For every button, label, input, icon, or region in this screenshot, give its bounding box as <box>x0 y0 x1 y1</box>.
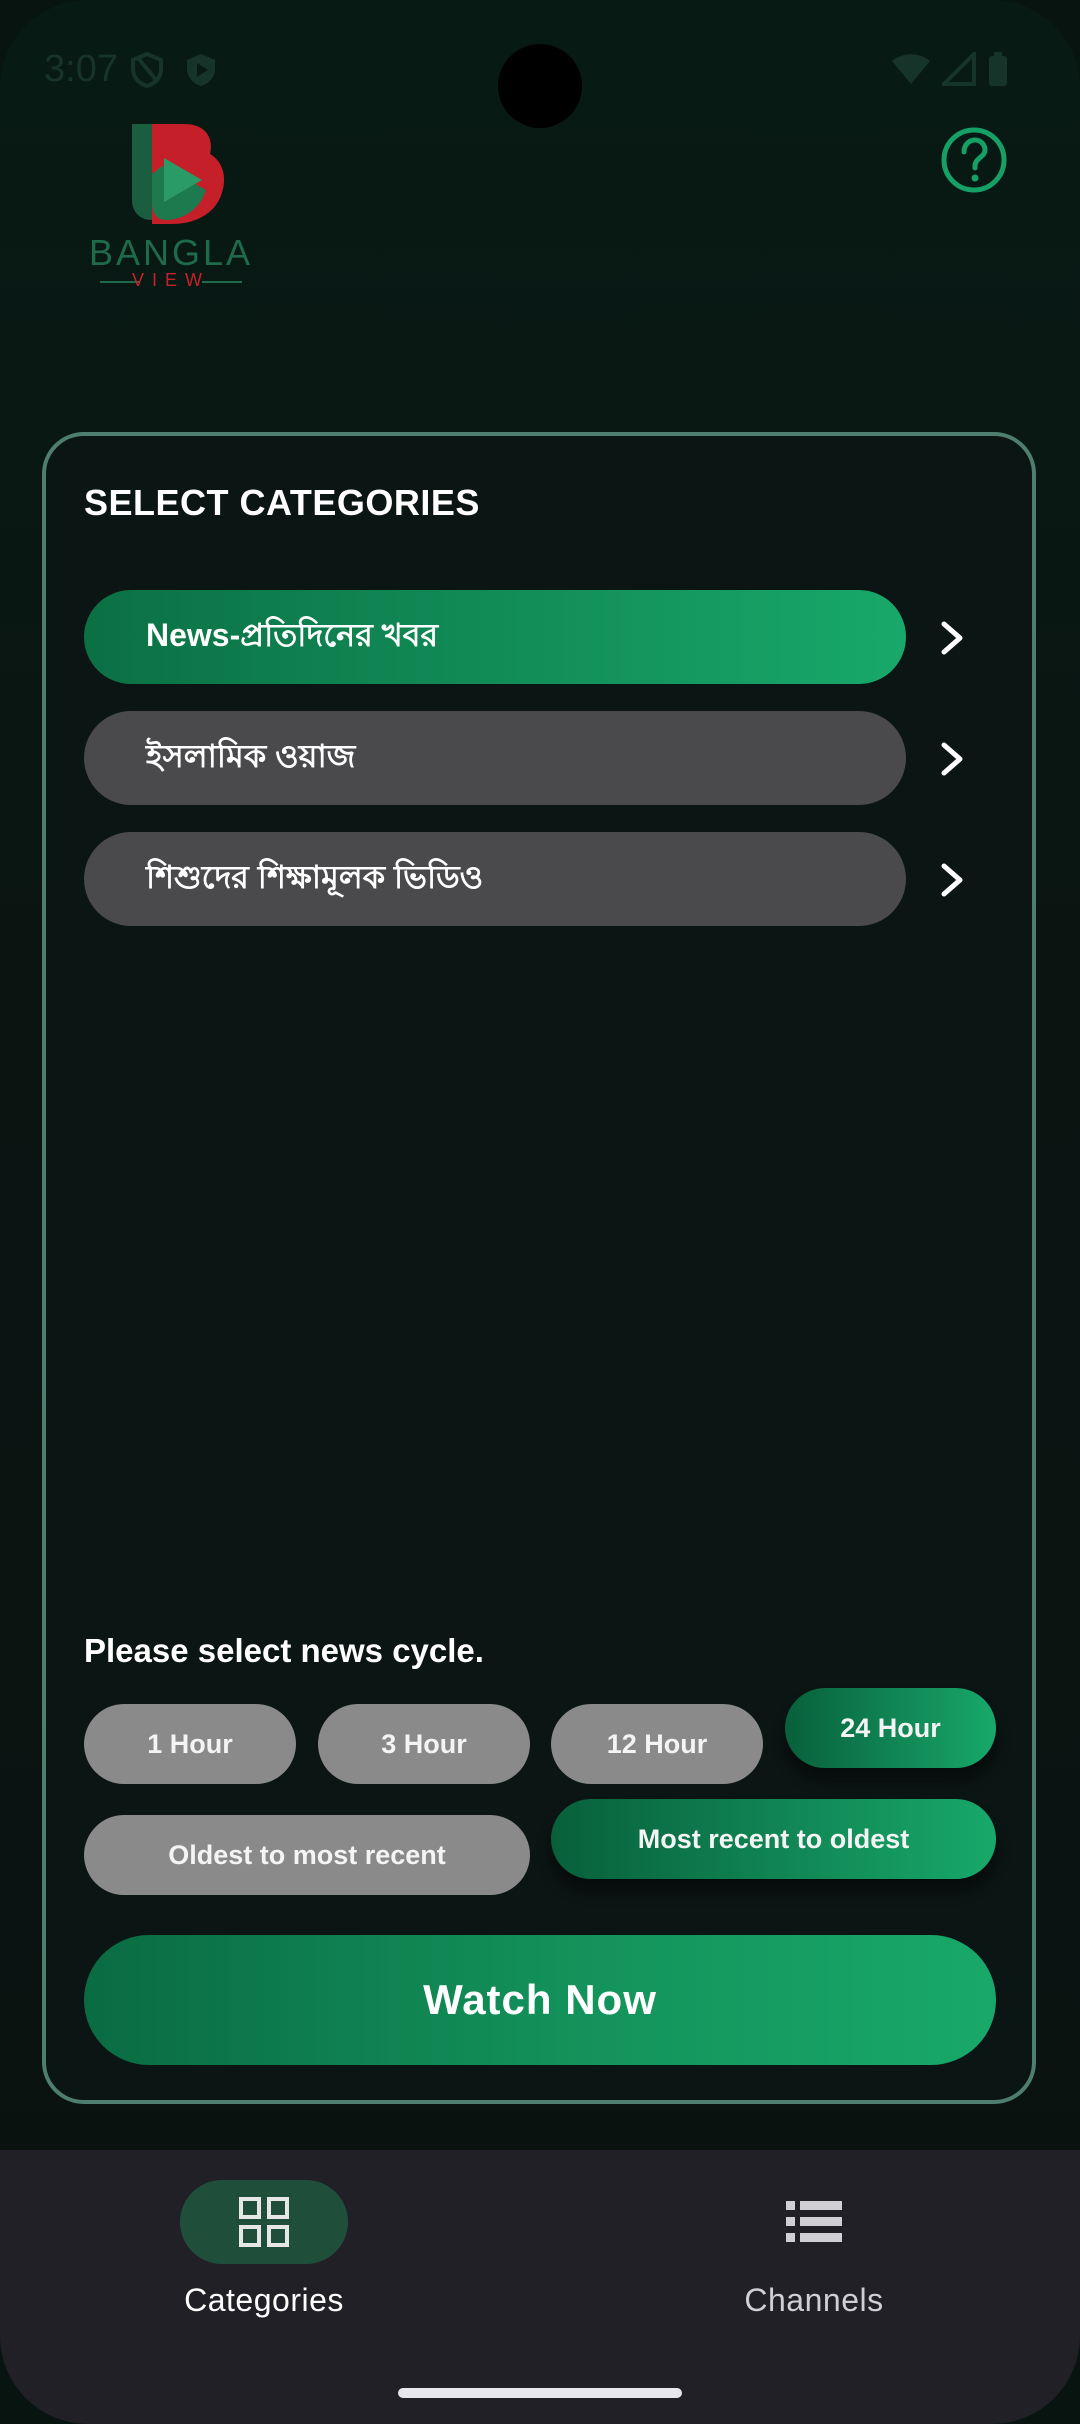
signal-icon <box>939 49 976 91</box>
category-item-islamic[interactable]: ইসলামিক ওয়াজ <box>84 711 906 805</box>
cycle-12-hour-button[interactable]: 12 Hour <box>551 1704 763 1784</box>
battery-icon <box>988 52 1008 91</box>
nav-tab-channels[interactable]: Channels <box>664 2180 964 2319</box>
chevron-right-icon[interactable] <box>936 860 970 900</box>
chevron-right-icon[interactable] <box>936 618 970 658</box>
nav-label: Channels <box>744 2282 884 2318</box>
category-item-news[interactable]: News-প্রতিদিনের খবর <box>84 590 906 684</box>
play-protect-icon <box>184 52 218 93</box>
nav-tab-categories[interactable]: Categories <box>114 2180 414 2319</box>
cycle-1-hour-button[interactable]: 1 Hour <box>84 1704 296 1784</box>
bottom-navigation: Categories Channels <box>0 2150 1080 2424</box>
categories-title: SELECT CATEGORIES <box>84 482 480 523</box>
gesture-home-bar[interactable] <box>398 2388 682 2398</box>
cycle-3-hour-button[interactable]: 3 Hour <box>318 1704 530 1784</box>
order-oldest-first-button[interactable]: Oldest to most recent <box>84 1815 530 1895</box>
order-newest-first-button[interactable]: Most recent to oldest <box>551 1799 996 1879</box>
camera-cutout <box>498 44 582 128</box>
question-circle-icon[interactable] <box>940 126 1008 194</box>
nav-label: Categories <box>184 2282 344 2318</box>
status-time: 3:07 <box>44 48 118 90</box>
logo-brand-text: BANGLA <box>88 232 254 273</box>
category-label: শিশুদের শিক্ষামূলক ভিডিও <box>146 859 484 895</box>
grid-icon <box>180 2180 348 2264</box>
logo-mark <box>132 124 225 224</box>
logo-divider-right <box>202 281 242 283</box>
category-item-kids[interactable]: শিশুদের শিক্ষামূলক ভিডিও <box>84 832 906 926</box>
category-label: ইসলামিক ওয়াজ <box>146 738 356 774</box>
cycle-24-hour-button[interactable]: 24 Hour <box>785 1688 996 1768</box>
wifi-icon <box>890 52 932 91</box>
news-cycle-label: Please select news cycle. <box>84 1632 484 1669</box>
category-label: News-প্রতিদিনের খবর <box>146 617 439 653</box>
bangla-view-logo: BANGLA VIEW <box>86 120 256 290</box>
watch-now-button[interactable]: Watch Now <box>84 1935 996 2065</box>
chevron-right-icon[interactable] <box>936 739 970 779</box>
list-icon <box>730 2180 898 2264</box>
shield-icon <box>130 51 164 93</box>
app-screen: 3:07 BANGLA VIEW SELECT CATEGORIES News-… <box>0 0 1080 2424</box>
